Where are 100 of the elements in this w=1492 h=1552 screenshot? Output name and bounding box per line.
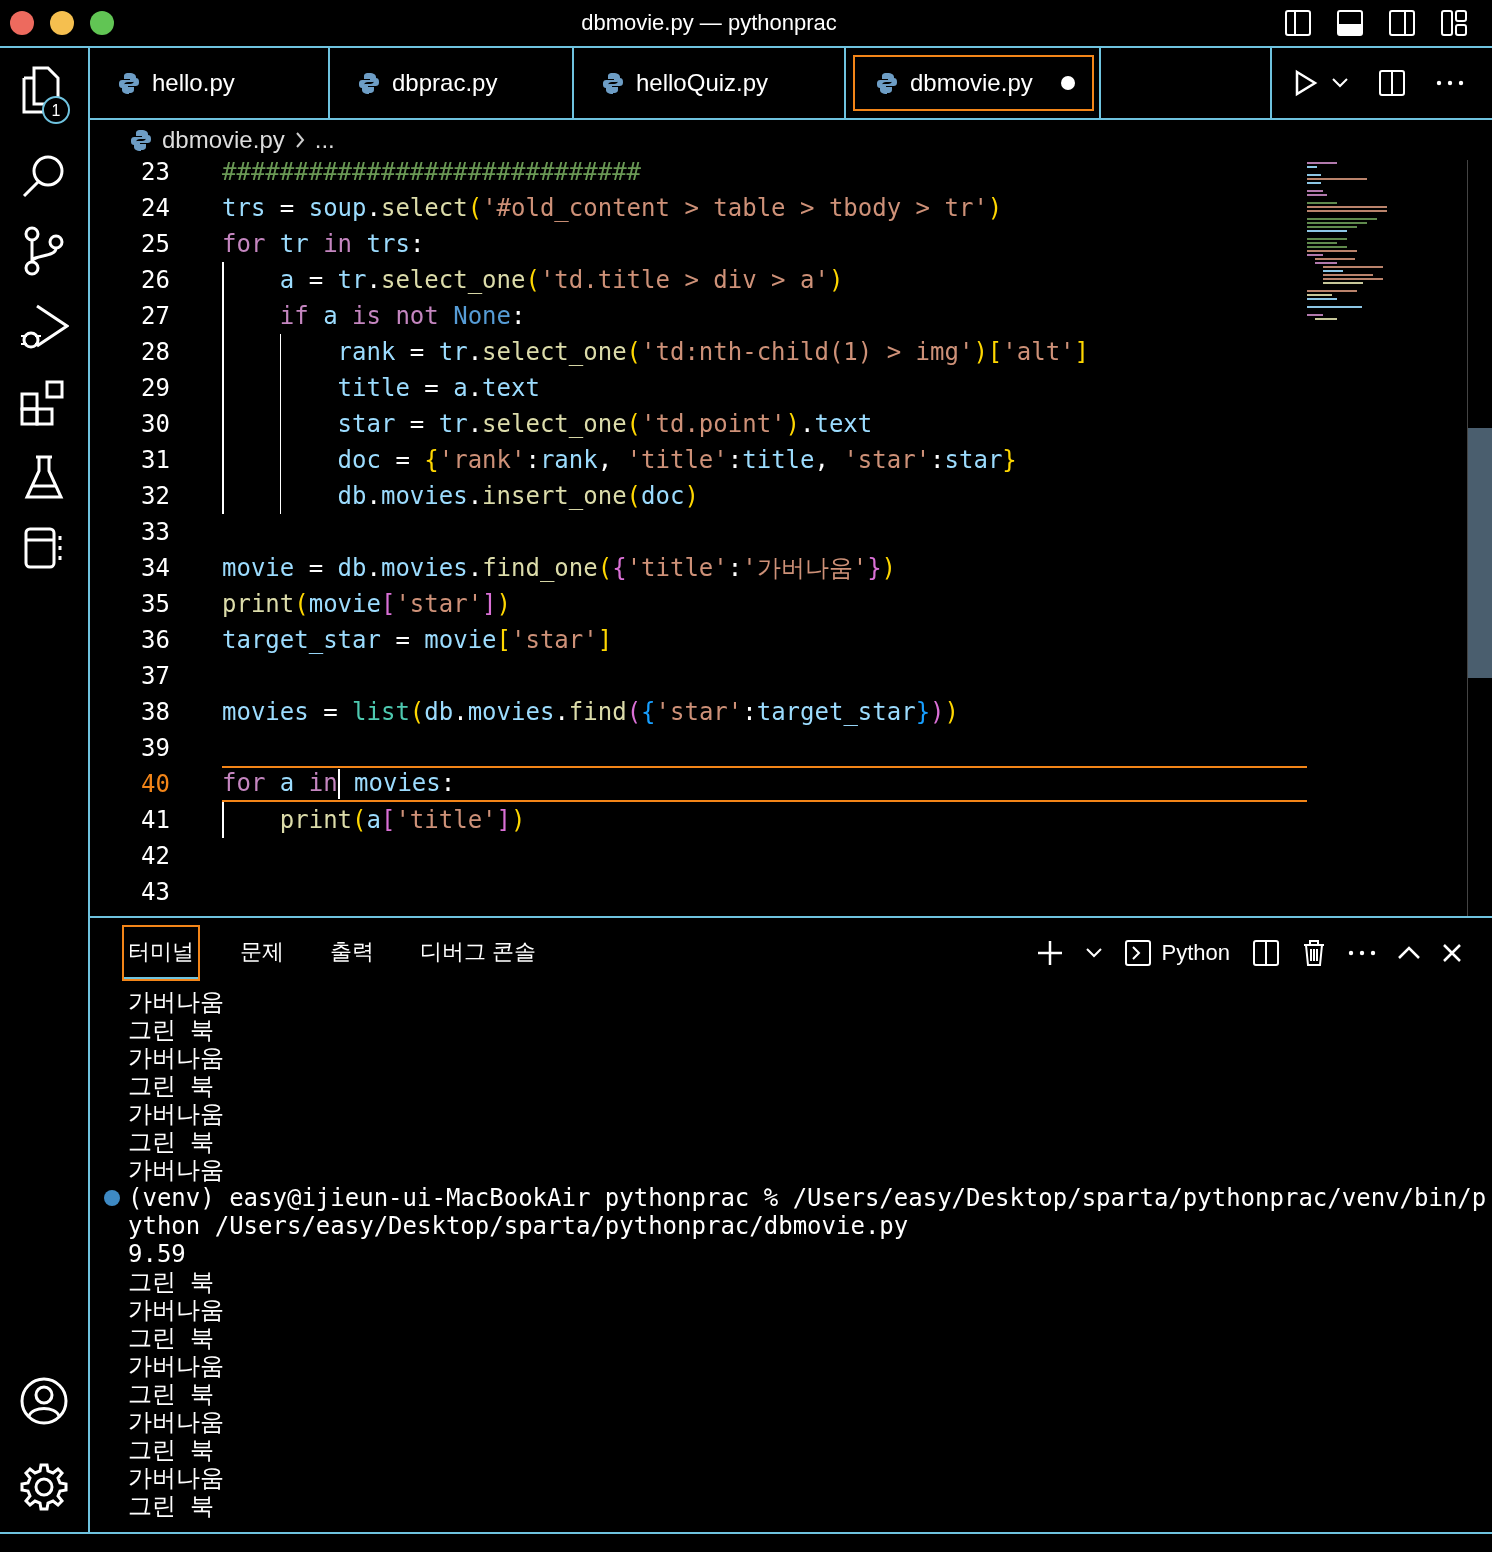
line-number: 42 (140, 842, 171, 870)
terminal-line: 가버나움 (128, 987, 224, 1018)
terminal-line: (venv) easy@ijieun-ui-MacBookAir pythonprac % /Users/easy/Desktop/sparta/pythonprac/venv/bin/p (128, 1184, 1487, 1212)
terminal-profile-button[interactable]: Python (1123, 939, 1230, 967)
close-icon[interactable] (1442, 943, 1462, 963)
terminal-line: 그린 북 (128, 1267, 215, 1298)
close-window-button[interactable] (10, 11, 34, 35)
code-line: trs = soup.select('#old_content > table > tbody > tr') (222, 194, 1003, 222)
code-line: print(a['title']) (278, 806, 526, 834)
badge-count: 1 (51, 102, 61, 119)
terminal-line: 그린 북 (128, 1435, 215, 1466)
line-number: 32 (140, 482, 171, 510)
editor-tab[interactable]: dbmovie.py (846, 48, 1101, 118)
code-line: db.movies.insert_one(doc) (336, 482, 699, 510)
line-number: 41 (140, 806, 171, 834)
line-number: 31 (140, 446, 171, 474)
panel-toggle-icon[interactable] (1336, 9, 1364, 37)
unsaved-dot-icon (1060, 76, 1075, 90)
more-icon[interactable] (1436, 80, 1464, 86)
python-file-icon (118, 72, 140, 94)
line-number: 35 (140, 590, 171, 618)
line-number: 36 (140, 626, 171, 654)
code-line: movie = db.movies.find_one({'title':'가버나움'}) (222, 553, 897, 584)
code-line: print(movie['star']) (222, 590, 511, 618)
terminal-line: 가버나움 (128, 1155, 224, 1186)
more-icon[interactable] (1348, 950, 1376, 956)
editor-tab[interactable]: helloQuiz.py (574, 48, 846, 118)
terminal-line: 그린 북 (128, 1015, 215, 1046)
terminal-line: 가버나움 (128, 1407, 224, 1438)
command-status-dot-icon (104, 1190, 120, 1206)
code-line: doc = {'rank':rank, 'title':title, 'star':star} (336, 446, 1017, 474)
zoom-window-button[interactable] (90, 11, 114, 35)
code-line: title = a.text (336, 374, 540, 402)
python-file-icon (876, 72, 898, 94)
line-number: 33 (140, 518, 171, 546)
terminal-line: 그린 북 (128, 1379, 215, 1410)
terminal-line: 가버나움 (128, 1463, 224, 1494)
source-control-icon[interactable] (22, 226, 66, 276)
python-file-icon (602, 72, 624, 94)
line-number: 37 (140, 662, 171, 690)
breadcrumb-item[interactable]: dbmovie.py (162, 126, 285, 154)
run-icon[interactable] (1294, 69, 1318, 97)
panel-tab[interactable]: 터미널 (124, 927, 198, 979)
chevron-down-icon[interactable] (1332, 78, 1348, 88)
terminal-line: 그린 북 (128, 1491, 215, 1522)
line-number: 24 (140, 194, 171, 222)
terminal-line: 그린 북 (128, 1127, 215, 1158)
code-line: rank = tr.select_one('td:nth-child(1) > img')['alt'] (336, 338, 1089, 366)
flask-icon[interactable] (24, 454, 64, 500)
minimize-window-button[interactable] (50, 11, 74, 35)
line-number: 28 (140, 338, 171, 366)
line-number: 40 (140, 770, 171, 798)
terminal-line: 가버나움 (128, 1099, 224, 1130)
line-number: 43 (140, 878, 171, 906)
chevron-up-icon[interactable] (1398, 946, 1420, 960)
terminal-line: 9.59 (128, 1240, 186, 1268)
line-number: 34 (140, 554, 171, 582)
panel-tab[interactable]: 문제 (236, 927, 288, 979)
terminal-line: 가버나움 (128, 1351, 224, 1382)
terminal-line: 그린 북 (128, 1071, 215, 1102)
line-number: 39 (140, 734, 171, 762)
settings-icon[interactable] (19, 1462, 69, 1512)
sidebar-toggle-icon[interactable] (1284, 9, 1312, 37)
chevron-right-icon (294, 132, 305, 148)
code-line: star = tr.select_one('td.point').text (336, 410, 873, 438)
python-file-icon (358, 72, 380, 94)
trash-icon[interactable] (1302, 939, 1326, 967)
layout-icon[interactable] (1440, 9, 1468, 37)
plus-icon[interactable] (1035, 939, 1064, 967)
terminal-line: 가버나움 (128, 1295, 224, 1326)
split-editor-icon[interactable] (1378, 69, 1406, 97)
editor-tab[interactable]: hello.py (90, 48, 330, 118)
python-file-icon (130, 129, 152, 151)
code-line: a = tr.select_one('td.title > div > a') (278, 266, 844, 294)
split-toggle-icon[interactable] (1388, 9, 1416, 37)
breadcrumb-item[interactable]: ... (314, 126, 335, 154)
line-number: 23 (140, 160, 171, 186)
line-number: 38 (140, 698, 171, 726)
code-line: target_star = movie['star'] (222, 626, 613, 654)
panel-tab[interactable]: 디버그 콘솔 (416, 927, 541, 979)
terminal-line: ython /Users/easy/Desktop/sparta/pythonprac/dbmovie.py (128, 1212, 909, 1240)
panel-tab[interactable]: 출력 (326, 927, 378, 979)
line-number: 25 (140, 230, 171, 258)
scrollbar-thumb[interactable] (1468, 428, 1492, 678)
line-number: 26 (140, 266, 171, 294)
line-number: 29 (140, 374, 171, 402)
code-line: ############################# (222, 160, 642, 186)
code-line: for a in movies: (222, 769, 456, 799)
editor-tab[interactable]: dbprac.py (330, 48, 574, 118)
split-terminal-icon[interactable] (1252, 939, 1280, 967)
terminal-line: 가버나움 (128, 1043, 224, 1074)
code-line: movies = list(db.movies.find({'star':target_star})) (222, 698, 959, 726)
window-title: dbmovie.py — pythonprac (580, 10, 838, 36)
chevron-down-icon[interactable] (1085, 948, 1102, 958)
account-icon[interactable] (19, 1376, 69, 1426)
line-number: 30 (140, 410, 171, 438)
terminal-line: 그린 북 (128, 1323, 215, 1354)
line-number: 27 (140, 302, 171, 330)
terminal-icon (1123, 939, 1152, 967)
code-line: for tr in trs: (222, 230, 425, 258)
